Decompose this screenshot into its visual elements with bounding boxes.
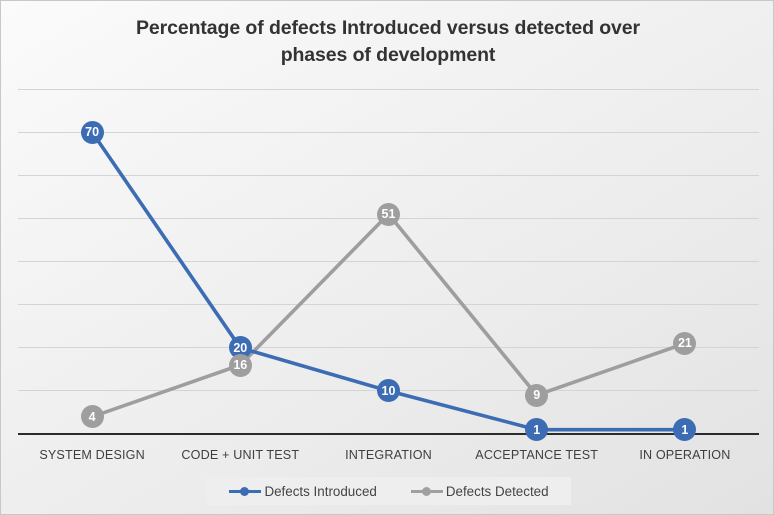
data-point-marker[interactable]: 4 bbox=[80, 405, 104, 429]
category-label: CODE + UNIT TEST bbox=[181, 448, 300, 462]
legend-label: Defects Detected bbox=[445, 483, 549, 499]
x-axis-line bbox=[18, 433, 759, 435]
line-marker-icon bbox=[410, 485, 443, 497]
legend-item-defects-introduced[interactable]: Defects Introduced bbox=[229, 483, 377, 499]
data-point-marker[interactable]: 9 bbox=[525, 383, 549, 407]
gridline bbox=[18, 175, 759, 176]
gridline bbox=[18, 89, 759, 90]
chart-window: Percentage of defects Introduced versus … bbox=[0, 0, 774, 515]
gridline bbox=[18, 347, 759, 348]
chart-title: Percentage of defects Introduced versus … bbox=[61, 15, 715, 69]
data-point-marker[interactable]: 1 bbox=[673, 418, 697, 442]
category-label: SYSTEM DESIGN bbox=[39, 448, 145, 462]
chart-legend: Defects Introduced Defects Detected bbox=[207, 477, 571, 505]
category-label: ACCEPTANCE TEST bbox=[475, 448, 599, 462]
gridline bbox=[18, 304, 759, 305]
legend-item-defects-detected[interactable]: Defects Detected bbox=[410, 483, 549, 499]
gridline bbox=[18, 132, 759, 133]
data-point-marker[interactable]: 51 bbox=[377, 202, 400, 226]
data-point-marker[interactable]: 70 bbox=[80, 120, 104, 144]
line-marker-icon bbox=[229, 485, 262, 497]
data-point-marker[interactable]: 16 bbox=[228, 353, 252, 377]
legend-label: Defects Introduced bbox=[264, 483, 377, 499]
chart-title-line-2: phases of development bbox=[280, 43, 496, 66]
data-point-marker[interactable]: 1 bbox=[525, 418, 549, 442]
chart-title-line-1: Percentage of defects Introduced versus … bbox=[135, 17, 641, 39]
category-label: IN OPERATION bbox=[639, 448, 731, 462]
gridline bbox=[18, 261, 759, 262]
category-label: INTEGRATION bbox=[345, 448, 432, 462]
